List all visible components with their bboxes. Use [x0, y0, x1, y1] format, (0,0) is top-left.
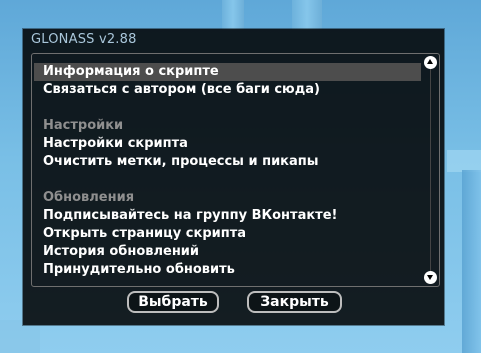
list-item-subscribe-vk[interactable]: Подписывайтесь на группу ВКонтакте! [34, 207, 421, 225]
list-item-clear-markers[interactable]: Очистить метки, процессы и пикапы [34, 153, 421, 171]
list-item-update-history[interactable]: История обновлений [34, 243, 421, 261]
list-item-open-script-page[interactable]: Открыть страницу скрипта [34, 225, 421, 243]
dialog-title: GLONASS v2.88 [31, 32, 137, 47]
select-button[interactable]: Выбрать [127, 291, 219, 313]
section-header-settings: Настройки [43, 118, 124, 133]
list-item-force-update[interactable]: Принудительно обновить [34, 261, 421, 279]
background-building [292, 0, 322, 30]
background-building [462, 170, 481, 353]
list-item-script-settings[interactable]: Настройки скрипта [34, 135, 421, 153]
scrollbar[interactable] [424, 56, 437, 284]
background-building [447, 150, 481, 172]
list-item-script-info[interactable]: Информация о скрипте [34, 63, 421, 81]
menu-list[interactable]: Информация о скрипте Связаться с автором… [31, 53, 440, 287]
scroll-up-icon[interactable] [424, 56, 437, 69]
list-item-contact-author[interactable]: Связаться с автором (все баги сюда) [34, 81, 421, 99]
scroll-down-icon[interactable] [424, 271, 437, 284]
section-header-updates: Обновления [43, 190, 135, 205]
background-building [222, 0, 244, 30]
close-button[interactable]: Закрыть [247, 291, 342, 313]
scroll-track[interactable] [430, 69, 431, 271]
dialog-window: GLONASS v2.88 Информация о скрипте Связа… [23, 29, 444, 325]
menu-rows: Информация о скрипте Связаться с автором… [34, 63, 421, 279]
